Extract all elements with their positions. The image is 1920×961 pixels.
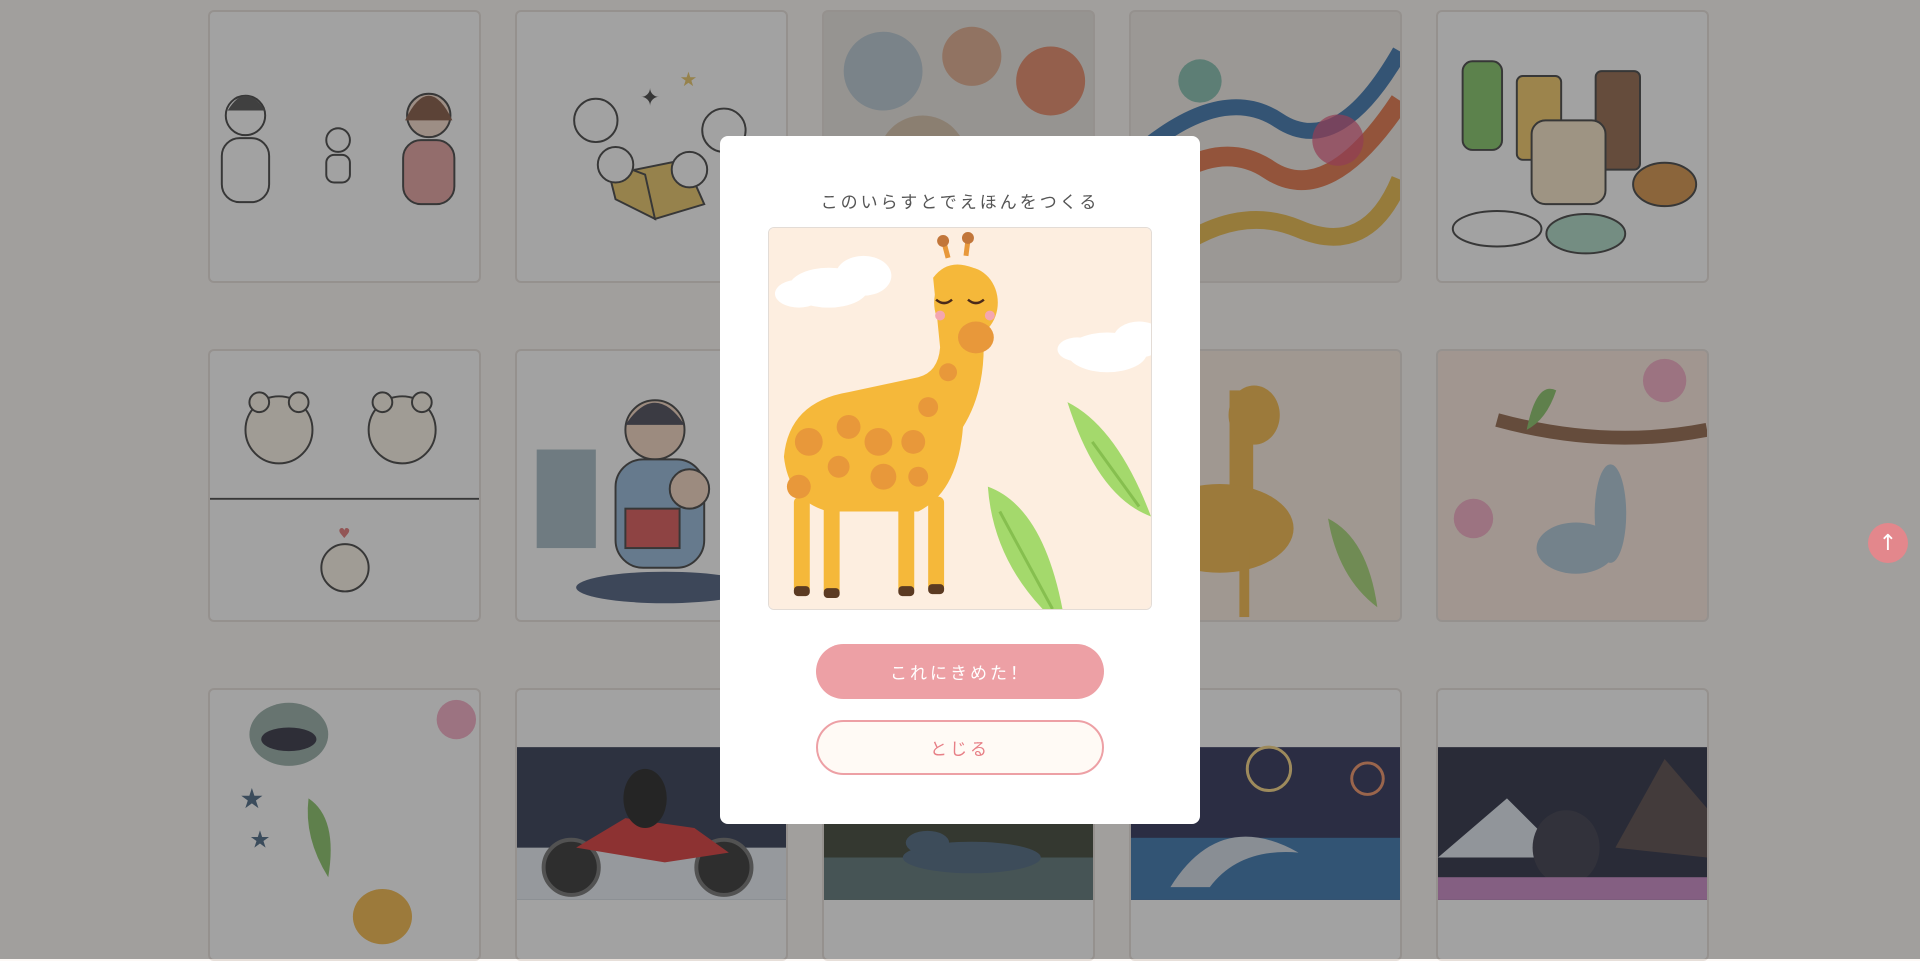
confirm-button[interactable]: これにきめた！: [816, 644, 1104, 699]
modal-title: このいらすとでえほんをつくる: [820, 193, 1100, 213]
scroll-to-top-button[interactable]: ↑: [1868, 523, 1908, 563]
selected-illustration-preview: [768, 227, 1152, 610]
giraffe-illustration: [769, 228, 1151, 609]
close-button[interactable]: とじる: [816, 720, 1104, 775]
confirm-illustration-modal: このいらすとでえほんをつくる これにきめた！ とじる: [720, 136, 1200, 824]
arrow-up-icon: ↑: [1878, 530, 1898, 556]
